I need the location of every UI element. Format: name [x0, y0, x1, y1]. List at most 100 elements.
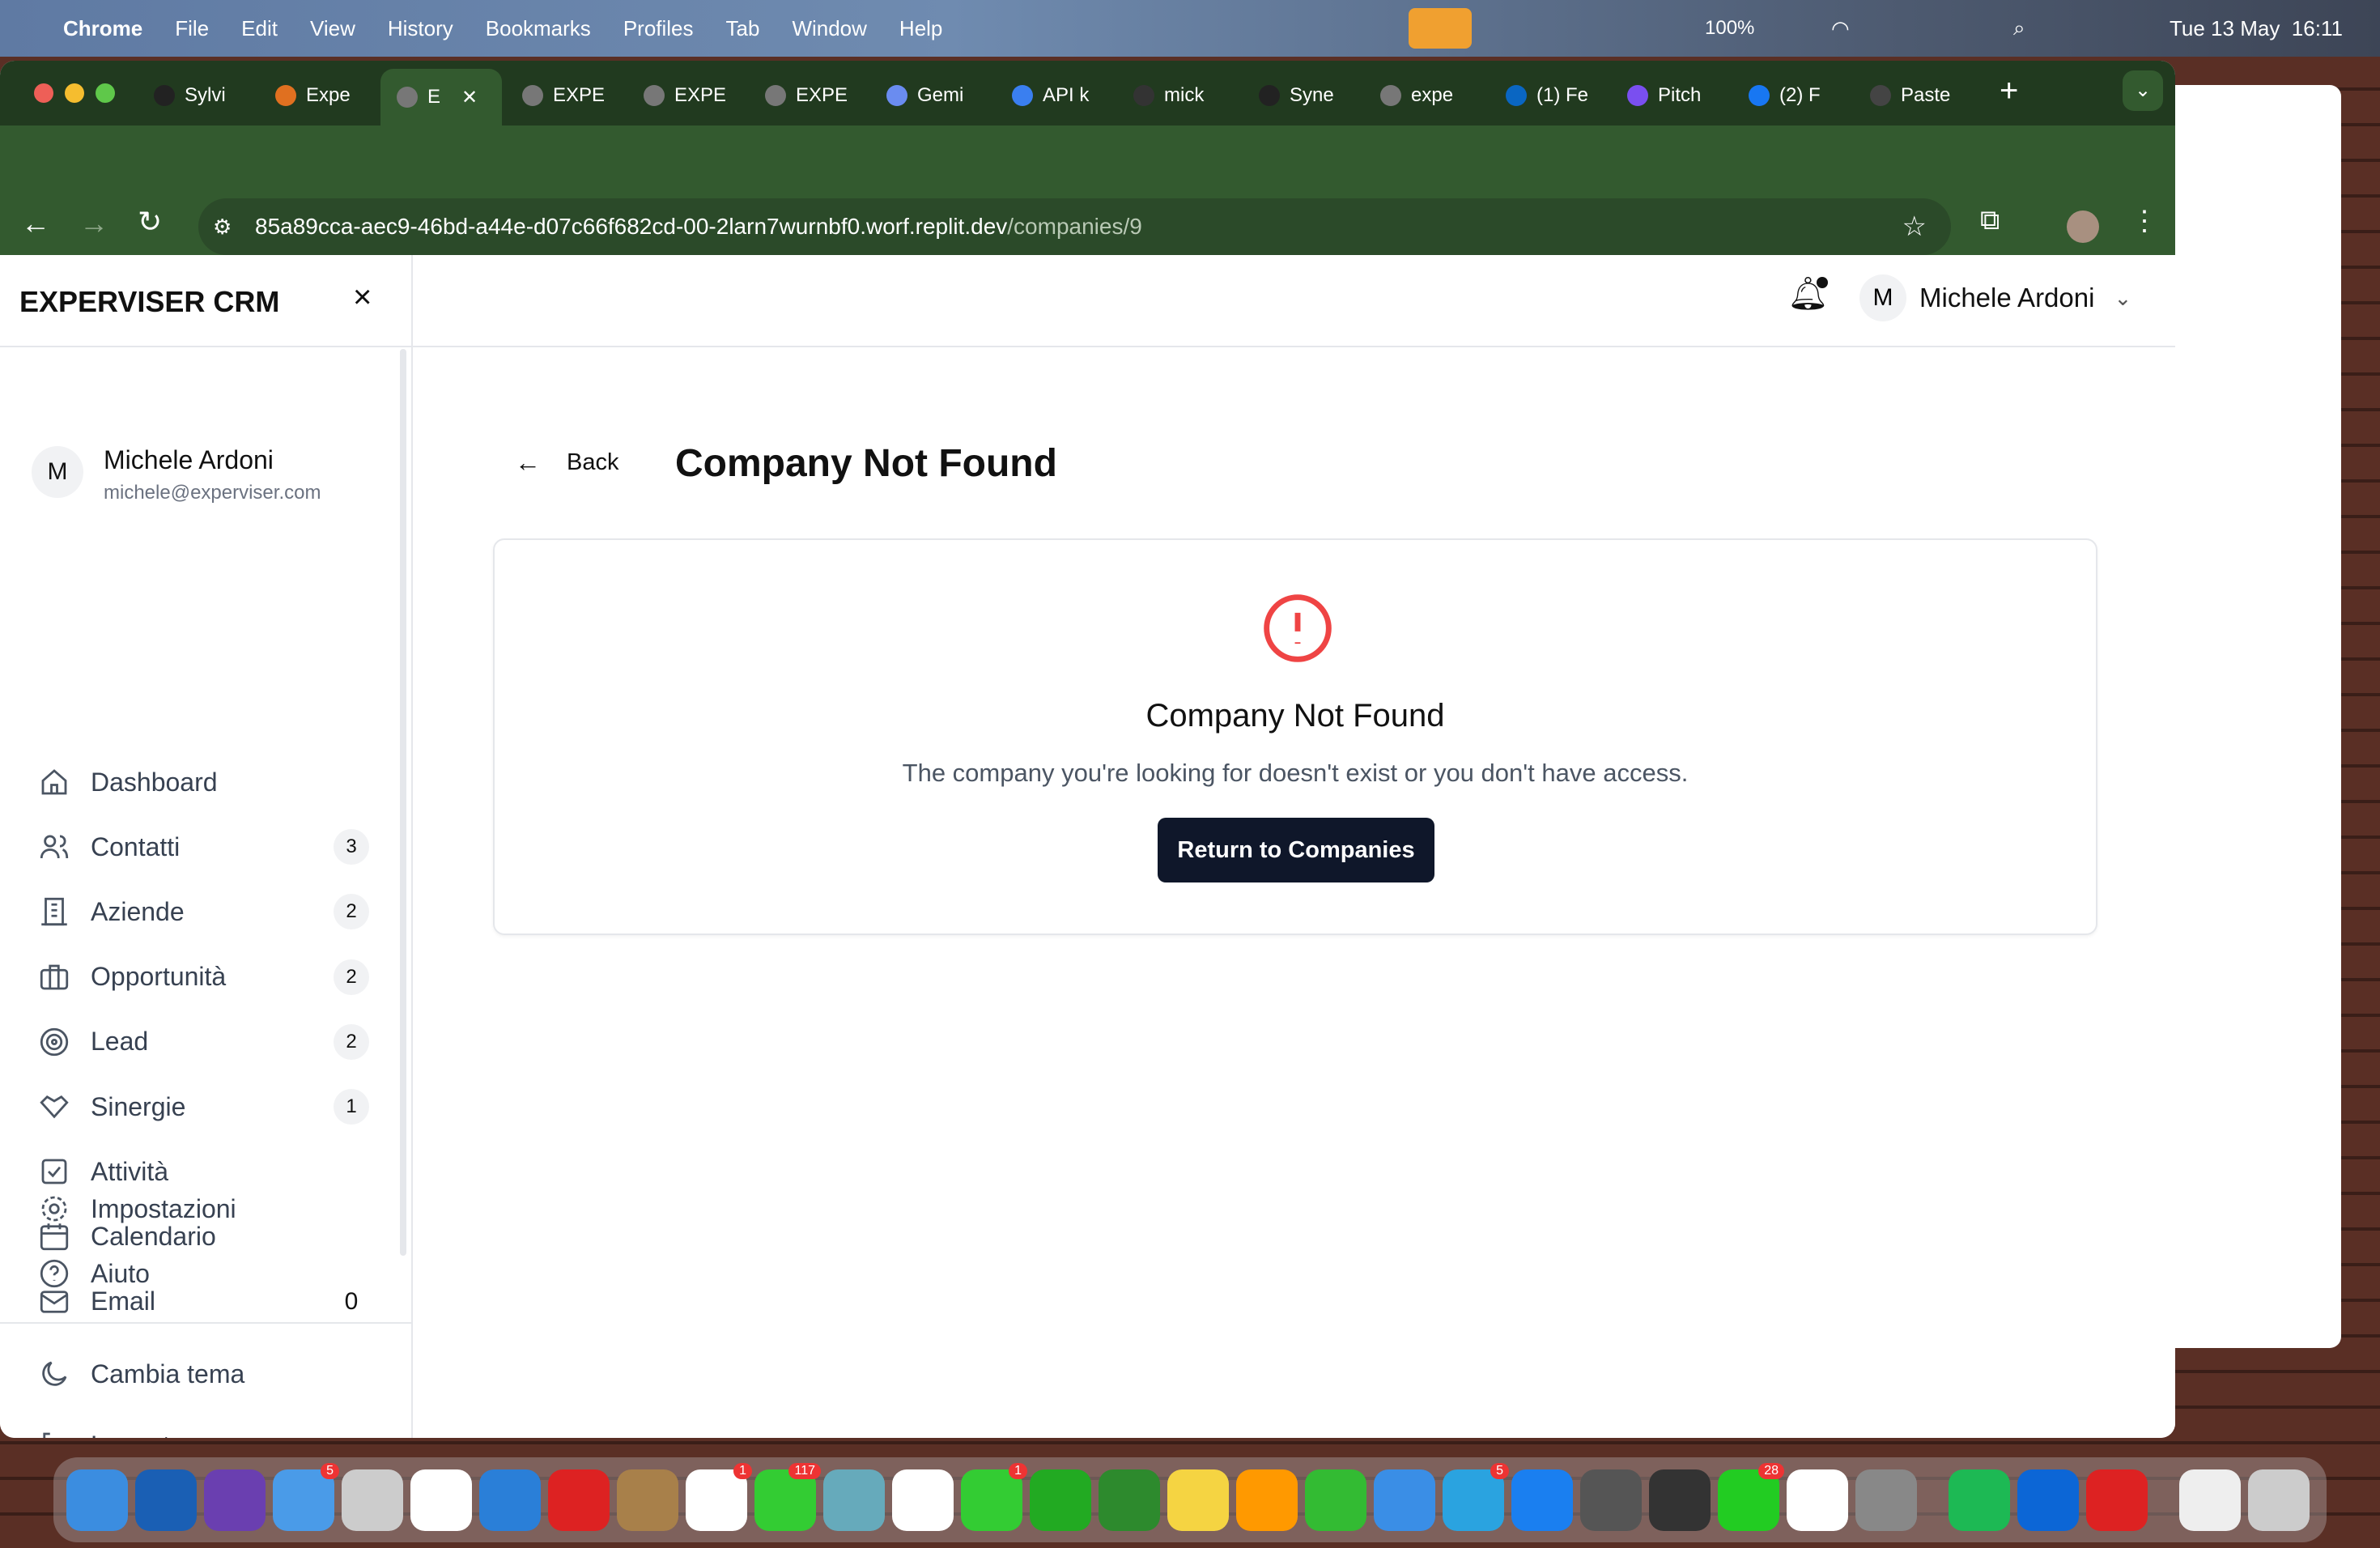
extensions-icon[interactable]: ⧉ — [1980, 205, 2000, 236]
browser-tab[interactable]: (1) Fe — [1506, 75, 1611, 116]
dock-app-icon[interactable] — [2179, 1469, 2241, 1531]
browser-tab[interactable]: (2) F — [1749, 75, 1854, 116]
return-to-companies-button[interactable]: Return to Companies — [1158, 818, 1434, 882]
address-bar[interactable]: ⚙ 85a89cca-aec9-46bd-a44e-d07c66f682cd-0… — [198, 198, 1951, 255]
menu-history[interactable]: History — [388, 16, 453, 41]
reload-button[interactable]: ↻ — [138, 205, 162, 239]
dock-app-icon[interactable] — [2248, 1469, 2310, 1531]
url-path: /companies/9 — [1007, 214, 1142, 239]
sidebar-item-contatti[interactable]: Contatti 3 — [37, 829, 369, 865]
sidebar-item-aziende[interactable]: Aziende 2 — [37, 894, 369, 930]
tab-search-button[interactable]: ⌄ — [2123, 70, 2163, 111]
tab-favicon-icon — [1259, 85, 1280, 106]
dock-app-icon[interactable]: 117 — [754, 1462, 821, 1531]
close-window-button[interactable] — [34, 83, 53, 103]
sidebar-item-impostazioni[interactable]: Impostazioni — [37, 1192, 369, 1226]
browser-tab[interactable]: Sylvi — [154, 75, 259, 116]
dock-app-icon[interactable] — [1099, 1469, 1160, 1531]
theme-toggle[interactable]: Cambia tema — [37, 1357, 369, 1391]
dock-app-icon[interactable] — [1167, 1469, 1229, 1531]
browser-tab[interactable]: Gemi — [886, 75, 992, 116]
tab-title: mick — [1164, 84, 1205, 106]
site-info-icon[interactable]: ⚙ — [213, 215, 232, 240]
sidebar-item-attivit[interactable]: Attività — [37, 1155, 369, 1189]
dock-app-icon[interactable] — [617, 1469, 678, 1531]
dock-app-icon[interactable] — [1580, 1469, 1642, 1531]
close-sidebar-icon[interactable]: × — [353, 279, 372, 316]
browser-tab[interactable]: Pitch — [1627, 75, 1732, 116]
browser-tab[interactable]: Paste — [1870, 75, 1975, 116]
browser-tab[interactable]: mick — [1133, 75, 1239, 116]
browser-tab[interactable]: Expe — [275, 75, 380, 116]
dock-app-icon[interactable] — [1305, 1469, 1366, 1531]
dock-app-icon[interactable]: 1 — [961, 1462, 1027, 1531]
new-tab-button[interactable]: + — [2000, 73, 2018, 109]
dock-app-icon[interactable] — [2086, 1469, 2148, 1531]
menu-app[interactable]: Chrome — [63, 16, 142, 41]
dock-app-icon[interactable] — [892, 1469, 954, 1531]
dock-app-icon[interactable] — [1030, 1469, 1091, 1531]
dock-app-icon[interactable] — [1649, 1469, 1711, 1531]
browser-tab[interactable]: EXPE — [522, 75, 627, 116]
search-icon[interactable]: ⌕ — [2013, 15, 2025, 41]
menu-profiles[interactable]: Profiles — [623, 16, 694, 41]
dock-app-icon[interactable] — [410, 1469, 472, 1531]
dock-app-icon[interactable] — [1511, 1469, 1573, 1531]
dock-app-icon[interactable] — [1855, 1469, 1917, 1531]
sidebar-item-aiuto[interactable]: Aiuto — [37, 1257, 369, 1291]
browser-tab[interactable]: expe — [1380, 75, 1485, 116]
menu-tab[interactable]: Tab — [726, 16, 760, 41]
bookmark-star-icon[interactable]: ☆ — [1902, 211, 1927, 243]
dock-app-icon[interactable] — [823, 1469, 885, 1531]
dock-app-icon[interactable] — [135, 1469, 197, 1531]
menu-edit[interactable]: Edit — [241, 16, 278, 41]
menu-bookmarks[interactable]: Bookmarks — [486, 16, 591, 41]
forward-nav-button[interactable]: → — [79, 206, 108, 240]
sidebar-scrollbar[interactable] — [400, 349, 406, 1256]
menu-help[interactable]: Help — [899, 16, 942, 41]
sidebar-item-sinergie[interactable]: Sinergie 1 — [37, 1089, 369, 1125]
battery-label[interactable]: 100% — [1705, 17, 1754, 40]
chrome-menu-icon[interactable]: ⋮ — [2131, 205, 2158, 237]
minimize-window-button[interactable] — [65, 83, 84, 103]
dock-app-icon[interactable] — [342, 1469, 403, 1531]
nav-label: Dashboard — [91, 767, 218, 797]
dock-app-icon[interactable] — [1236, 1469, 1298, 1531]
sidebar-item-opportunit[interactable]: Opportunità 2 — [37, 959, 369, 995]
user-menu[interactable]: M Michele Ardoni ⌄ — [1859, 274, 2131, 321]
dock-app-icon[interactable] — [204, 1469, 266, 1531]
tab-title: EXPE — [796, 84, 848, 106]
back-nav-button[interactable]: ← — [21, 206, 50, 240]
tab-title: Gemi — [917, 84, 964, 106]
nav-label: Aziende — [91, 896, 185, 926]
sidebar-item-lead[interactable]: Lead 2 — [37, 1023, 369, 1060]
microphone-icon[interactable] — [1409, 8, 1472, 49]
menu-view[interactable]: View — [310, 16, 355, 41]
dock-app-icon[interactable] — [1374, 1469, 1435, 1531]
logout-button[interactable]: Logout — [37, 1428, 369, 1438]
dock-app-icon[interactable]: 5 — [273, 1462, 339, 1531]
dock-app-icon[interactable] — [479, 1469, 541, 1531]
maximize-window-button[interactable] — [96, 83, 115, 103]
browser-tab[interactable]: EXPE — [765, 75, 870, 116]
dock-app-icon[interactable] — [1949, 1469, 2010, 1531]
browser-tab[interactable]: API k — [1012, 75, 1117, 116]
dock-app-icon[interactable]: 1 — [686, 1462, 752, 1531]
close-tab-icon[interactable]: ✕ — [461, 86, 478, 109]
browser-tab[interactable]: E ✕ — [380, 69, 502, 125]
sidebar-item-dashboard[interactable]: Dashboard — [37, 765, 369, 799]
dock-app-icon[interactable]: 28 — [1718, 1462, 1784, 1531]
dock-app-icon[interactable] — [548, 1469, 610, 1531]
dock-app-icon[interactable]: 5 — [1443, 1462, 1509, 1531]
browser-tab[interactable]: EXPE — [644, 75, 749, 116]
browser-tab[interactable]: Syne — [1259, 75, 1364, 116]
dock-app-icon[interactable] — [66, 1469, 128, 1531]
dock-app-icon[interactable] — [2017, 1469, 2079, 1531]
profile-avatar[interactable] — [2067, 211, 2099, 243]
clock[interactable]: Tue 13 May 16:11 — [2170, 16, 2343, 41]
dock-app-icon[interactable] — [1787, 1469, 1848, 1531]
wifi-icon[interactable]: ◠ — [1831, 16, 1850, 41]
back-button[interactable]: ← Back — [515, 448, 618, 478]
menu-window[interactable]: Window — [792, 16, 866, 41]
menu-file[interactable]: File — [175, 16, 209, 41]
